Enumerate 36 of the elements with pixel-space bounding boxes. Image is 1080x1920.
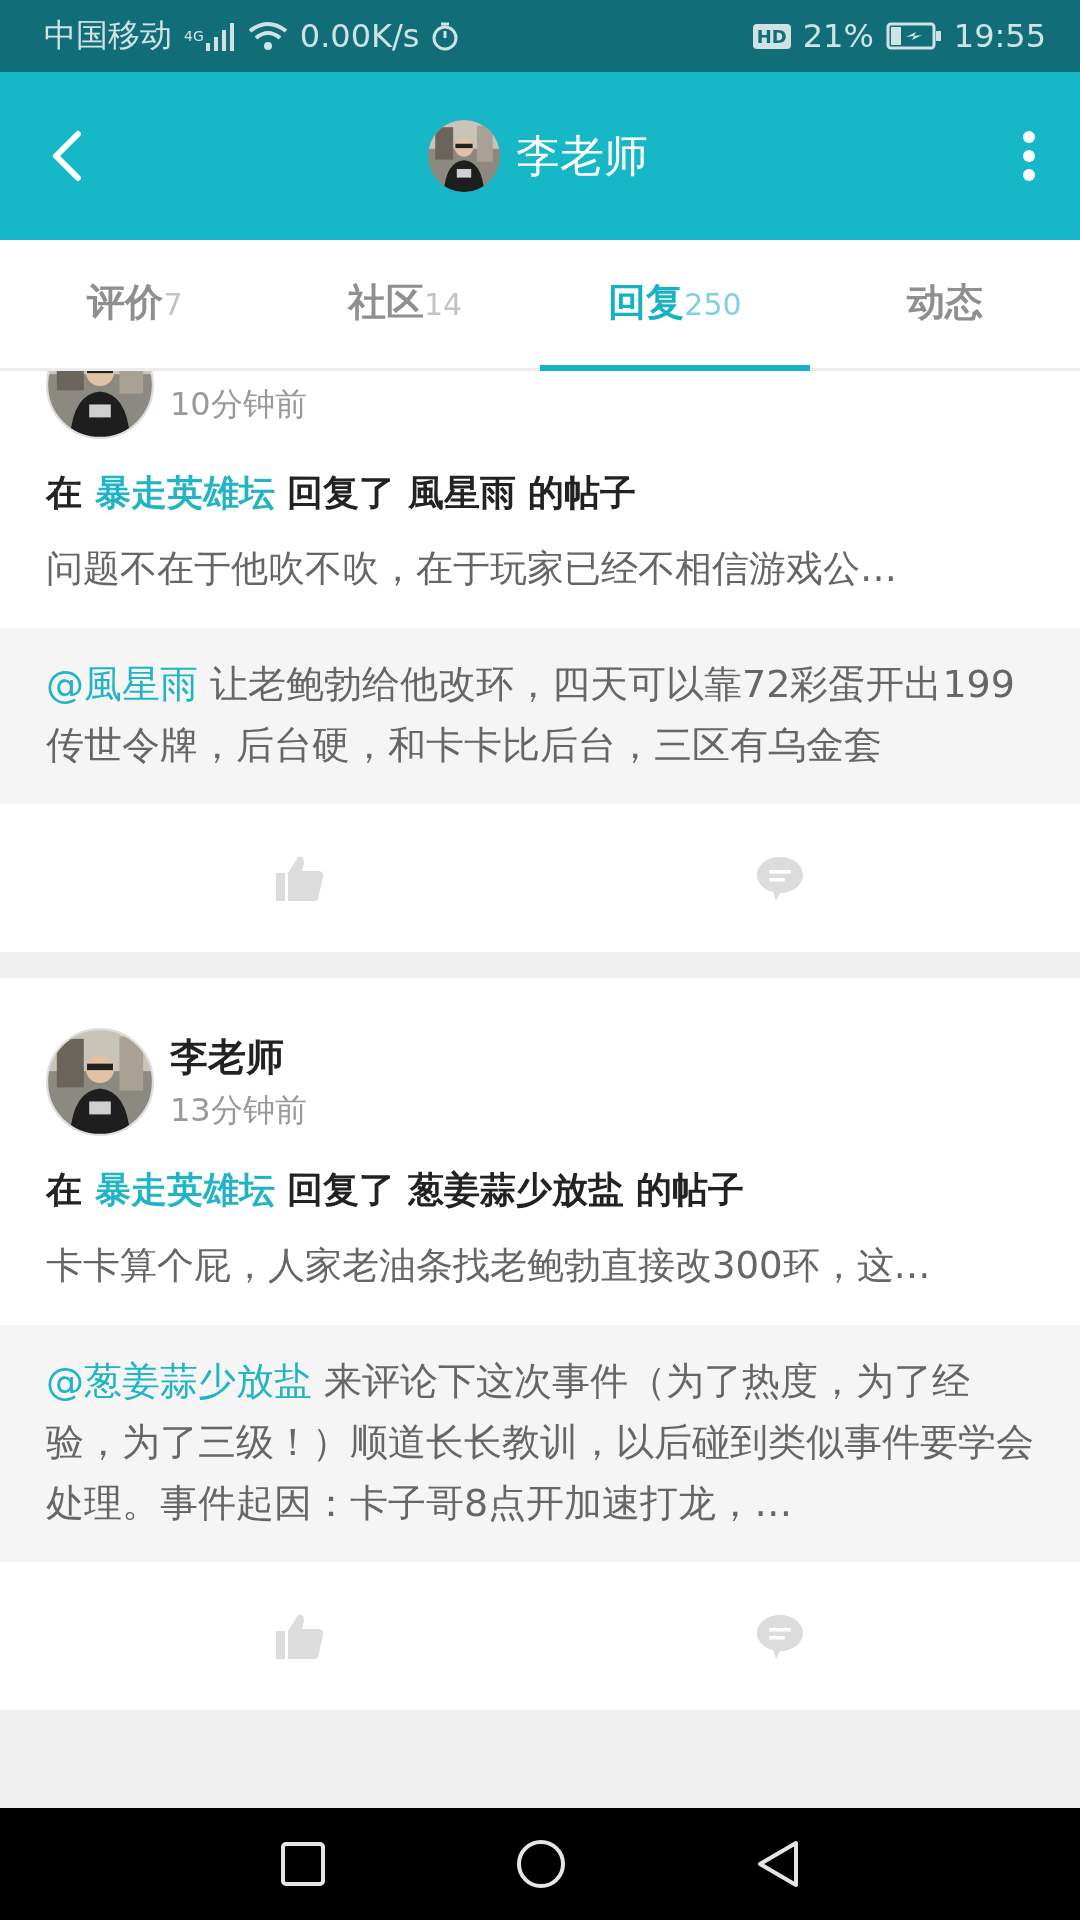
comment-icon[interactable] [756, 855, 804, 901]
post-excerpt: 卡卡算个屁，人家老油条找老鲍勃直接改300环，这… [45, 1243, 932, 1289]
timer-icon [431, 21, 460, 51]
post-time: 13分钟前 [170, 1089, 307, 1131]
clock: 19:55 [953, 17, 1046, 55]
tab[interactable]: 评价7 [0, 240, 270, 371]
tab[interactable]: 动态 [810, 240, 1080, 371]
mention-link[interactable]: @風星雨 [46, 662, 198, 706]
more-options-icon[interactable] [1022, 130, 1036, 182]
page-title: 李老师 [516, 128, 648, 183]
battery-icon [885, 22, 942, 50]
hd-badge: HD [752, 23, 791, 49]
back-icon[interactable] [756, 1839, 800, 1889]
tab[interactable]: 社区14 [270, 240, 540, 371]
like-icon[interactable] [276, 855, 324, 901]
activity-title: 在 暴走英雄坛 回复了 風星雨 的帖子 [44, 471, 638, 515]
forum-link[interactable]: 暴走英雄坛 [94, 472, 275, 513]
forum-link[interactable]: 暴走英雄坛 [94, 1169, 275, 1210]
reply-text: @葱姜蒜少放盐 来评论下这次事件（为了热度，为了经验，为了三级！）顺道长长教训，以后碰到类似事件要学会处理。事件起因：卡子哥8点开加速打龙，… [0, 1325, 1080, 1562]
post-excerpt: 问题不在于他吹不吹，在于玩家已经不相信游戏公… [45, 546, 898, 592]
battery-level: 21% [802, 17, 874, 55]
comment-icon[interactable] [756, 1613, 804, 1659]
mention-link[interactable]: @葱姜蒜少放盐 [46, 1359, 312, 1403]
carrier-name: 中国移动 [44, 15, 172, 56]
signal-icon [205, 21, 236, 51]
recent-apps-icon[interactable] [280, 1841, 326, 1887]
post-time: 10分钟前 [170, 384, 307, 425]
activity-title: 在 暴走英雄坛 回复了 葱姜蒜少放盐 的帖子 [44, 1168, 746, 1212]
back-button[interactable] [50, 130, 84, 182]
like-icon[interactable] [276, 1613, 324, 1659]
author-name[interactable]: 李老师 [170, 1031, 307, 1083]
network-speed: 0.00K/s [299, 17, 420, 55]
home-icon[interactable] [516, 1839, 566, 1889]
reply-text: @風星雨 让老鲍勃给他改环，四天可以靠72彩蛋开出199传世令牌，后台硬，和卡卡比后台，三区有乌金套 [0, 628, 1080, 804]
network-type: 4G [184, 28, 204, 44]
wifi-icon [247, 21, 288, 51]
